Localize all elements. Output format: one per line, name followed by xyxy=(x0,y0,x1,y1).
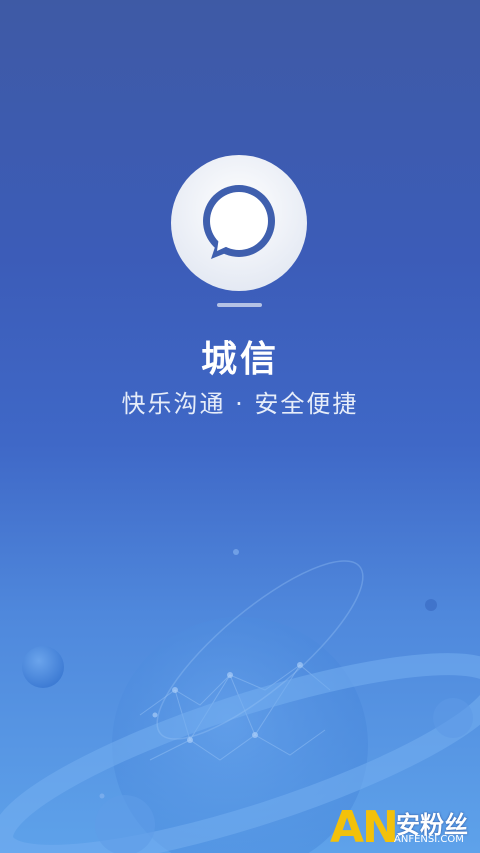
app-slogan: 快乐沟通 · 安全便捷 xyxy=(121,390,359,418)
small-planet-right xyxy=(433,698,473,738)
app-logo-icon xyxy=(171,155,307,291)
small-planet-bottom xyxy=(95,795,155,853)
site-watermark: AN 安粉丝 ANFENSI.COM xyxy=(330,803,480,853)
watermark-site-url: ANFENSI.COM xyxy=(394,834,464,845)
small-planet-left xyxy=(22,646,64,688)
tiny-dot-right xyxy=(425,599,437,611)
planet-illustration xyxy=(0,549,480,853)
app-name: 城信 xyxy=(200,339,279,380)
logo-divider xyxy=(217,303,262,307)
star-dot xyxy=(233,549,239,555)
star-dot xyxy=(99,793,105,799)
watermark-logo-letters: AN xyxy=(330,802,399,853)
